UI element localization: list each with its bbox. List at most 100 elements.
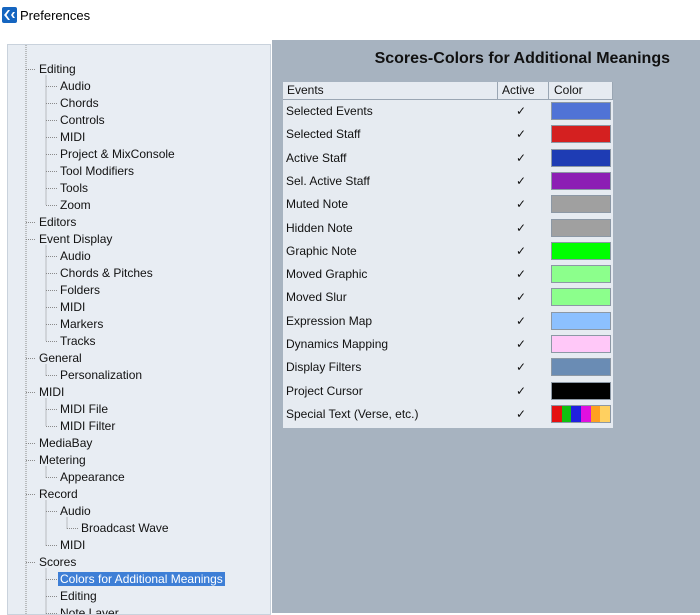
active-checkmark-icon[interactable]: ✓ bbox=[516, 266, 526, 283]
active-checkmark-icon[interactable]: ✓ bbox=[516, 243, 526, 260]
color-swatch[interactable] bbox=[551, 102, 611, 120]
event-name: Display Filters bbox=[286, 360, 362, 375]
tree-item-label: Folders bbox=[60, 283, 101, 297]
tree-item-audio[interactable]: Audio bbox=[60, 503, 91, 520]
tree-item-folders[interactable]: Folders bbox=[60, 282, 100, 299]
active-checkmark-icon[interactable]: ✓ bbox=[516, 173, 526, 190]
tree-item-editing[interactable]: Editing bbox=[39, 61, 76, 78]
tree-item-audio[interactable]: Audio bbox=[60, 248, 91, 265]
color-swatch[interactable] bbox=[551, 358, 611, 377]
tree-item-chords[interactable]: Chords bbox=[60, 95, 99, 112]
active-checkmark-icon[interactable]: ✓ bbox=[516, 336, 526, 353]
tree-item-midi-filter[interactable]: MIDI Filter bbox=[60, 418, 115, 435]
event-name: Dynamics Mapping bbox=[286, 337, 389, 351]
event-name: Selected Events bbox=[286, 104, 373, 118]
table-row[interactable]: Display Filters ✓ bbox=[283, 356, 613, 379]
tree-item-label: General bbox=[39, 351, 82, 365]
color-swatch[interactable] bbox=[551, 335, 611, 353]
tree-item-record[interactable]: Record bbox=[39, 486, 78, 503]
tree-item-label: Audio bbox=[60, 79, 91, 93]
active-checkmark-icon[interactable]: ✓ bbox=[516, 150, 526, 167]
tree-item-markers[interactable]: Markers bbox=[60, 316, 103, 333]
color-swatch[interactable] bbox=[551, 218, 611, 237]
tree-item-colors-for-additional-meanings[interactable]: Colors for Additional Meanings bbox=[58, 571, 225, 588]
tree-item-audio[interactable]: Audio bbox=[60, 78, 91, 95]
table-row[interactable]: Selected Staff ✓ bbox=[283, 123, 613, 146]
table-row[interactable]: Sel. Active Staff ✓ bbox=[283, 170, 613, 193]
table-row[interactable]: Hidden Note ✓ bbox=[283, 217, 613, 240]
table-row[interactable]: Moved Graphic ✓ bbox=[283, 263, 613, 286]
table-row[interactable]: Active Staff ✓ bbox=[283, 147, 613, 170]
table-row[interactable]: Selected Events ✓ bbox=[283, 100, 613, 123]
tree-item-zoom[interactable]: Zoom bbox=[60, 197, 91, 214]
tree-item-editing[interactable]: Editing bbox=[60, 588, 97, 605]
tree-item-label: Controls bbox=[60, 113, 105, 127]
table-row[interactable]: Project Cursor ✓ bbox=[283, 380, 613, 403]
tree-item-project-mixconsole[interactable]: Project & MixConsole bbox=[60, 146, 175, 163]
column-header-events[interactable]: Events bbox=[287, 82, 324, 99]
tree-item-label: Markers bbox=[60, 317, 104, 331]
table-row[interactable]: Graphic Note ✓ bbox=[283, 240, 613, 263]
page-title: Scores-Colors for Additional Meanings bbox=[374, 50, 670, 67]
tree-item-label: Personalization bbox=[60, 368, 143, 382]
column-header-active[interactable]: Active bbox=[502, 82, 535, 99]
active-checkmark-icon[interactable]: ✓ bbox=[516, 196, 526, 213]
color-swatch[interactable] bbox=[551, 311, 611, 330]
tree-item-broadcast-wave[interactable]: Broadcast Wave bbox=[81, 520, 169, 537]
color-swatch[interactable] bbox=[551, 171, 611, 190]
event-name: Moved Slur bbox=[286, 290, 347, 305]
tree-item-controls[interactable]: Controls bbox=[60, 112, 105, 129]
active-checkmark-icon[interactable]: ✓ bbox=[516, 406, 526, 423]
tree-item-label: Chords bbox=[60, 96, 99, 110]
tree-item-tool-modifiers[interactable]: Tool Modifiers bbox=[60, 163, 134, 180]
tree-item-midi[interactable]: MIDI bbox=[60, 129, 85, 146]
tree-item-metering[interactable]: Metering bbox=[39, 452, 86, 469]
preferences-tree[interactable]: Editing Audio Chords Controls MIDI Project & … bbox=[7, 44, 271, 615]
tree-item-appearance[interactable]: Appearance bbox=[60, 469, 125, 486]
table-header: Events Active Color bbox=[283, 82, 613, 100]
tree-item-midi[interactable]: MIDI bbox=[60, 537, 85, 554]
active-checkmark-icon[interactable]: ✓ bbox=[516, 383, 526, 400]
table-row[interactable]: Moved Slur ✓ bbox=[283, 286, 613, 309]
active-checkmark-icon[interactable]: ✓ bbox=[516, 220, 526, 237]
tree-item-mediabay[interactable]: MediaBay bbox=[39, 435, 92, 452]
color-swatch[interactable] bbox=[551, 148, 611, 167]
tree-item-midi-file[interactable]: MIDI File bbox=[60, 401, 108, 418]
color-swatch[interactable] bbox=[551, 125, 611, 144]
color-swatch[interactable] bbox=[551, 241, 611, 260]
color-swatch[interactable] bbox=[551, 265, 611, 284]
event-name: Expression Map bbox=[286, 313, 373, 328]
tree-item-note-layer[interactable]: Note Layer bbox=[60, 605, 119, 614]
tree-item-midi[interactable]: MIDI bbox=[39, 384, 64, 401]
active-checkmark-icon[interactable]: ✓ bbox=[516, 359, 526, 376]
tree-item-general[interactable]: General bbox=[39, 350, 82, 367]
event-name: Moved Graphic bbox=[286, 267, 368, 282]
active-checkmark-icon[interactable]: ✓ bbox=[516, 313, 526, 330]
table-row[interactable]: Expression Map ✓ bbox=[283, 310, 613, 333]
tree-item-label: MediaBay bbox=[39, 436, 93, 450]
active-checkmark-icon[interactable]: ✓ bbox=[516, 103, 526, 120]
tree-item-midi[interactable]: MIDI bbox=[60, 299, 85, 316]
table-row[interactable]: Special Text (Verse, etc.) ✓ bbox=[283, 403, 613, 426]
color-swatch[interactable] bbox=[551, 381, 611, 400]
tree-item-label: Tracks bbox=[60, 334, 96, 348]
tree-item-label: Audio bbox=[60, 249, 91, 263]
table-row[interactable]: Dynamics Mapping ✓ bbox=[283, 333, 613, 356]
color-swatch[interactable] bbox=[551, 195, 611, 214]
active-checkmark-icon[interactable]: ✓ bbox=[516, 126, 526, 143]
color-swatch[interactable] bbox=[551, 404, 611, 423]
table-row[interactable]: Muted Note ✓ bbox=[283, 193, 613, 216]
tree-item-chords-pitches[interactable]: Chords & Pitches bbox=[60, 265, 153, 282]
settings-panel: Scores-Colors for Additional Meanings Ev… bbox=[272, 40, 700, 613]
active-checkmark-icon[interactable]: ✓ bbox=[516, 289, 526, 306]
tree-item-tracks[interactable]: Tracks bbox=[60, 333, 96, 350]
column-header-color[interactable]: Color bbox=[554, 82, 583, 99]
tree-item-label: MIDI bbox=[60, 538, 86, 552]
tree-item-tools[interactable]: Tools bbox=[60, 180, 88, 197]
tree-item-scores[interactable]: Scores bbox=[39, 554, 76, 571]
tree-item-editors[interactable]: Editors bbox=[39, 214, 76, 231]
color-swatch[interactable] bbox=[551, 288, 611, 307]
tree-item-personalization[interactable]: Personalization bbox=[60, 367, 142, 384]
event-name: Selected Staff bbox=[286, 127, 361, 142]
tree-item-event-display[interactable]: Event Display bbox=[39, 231, 112, 248]
